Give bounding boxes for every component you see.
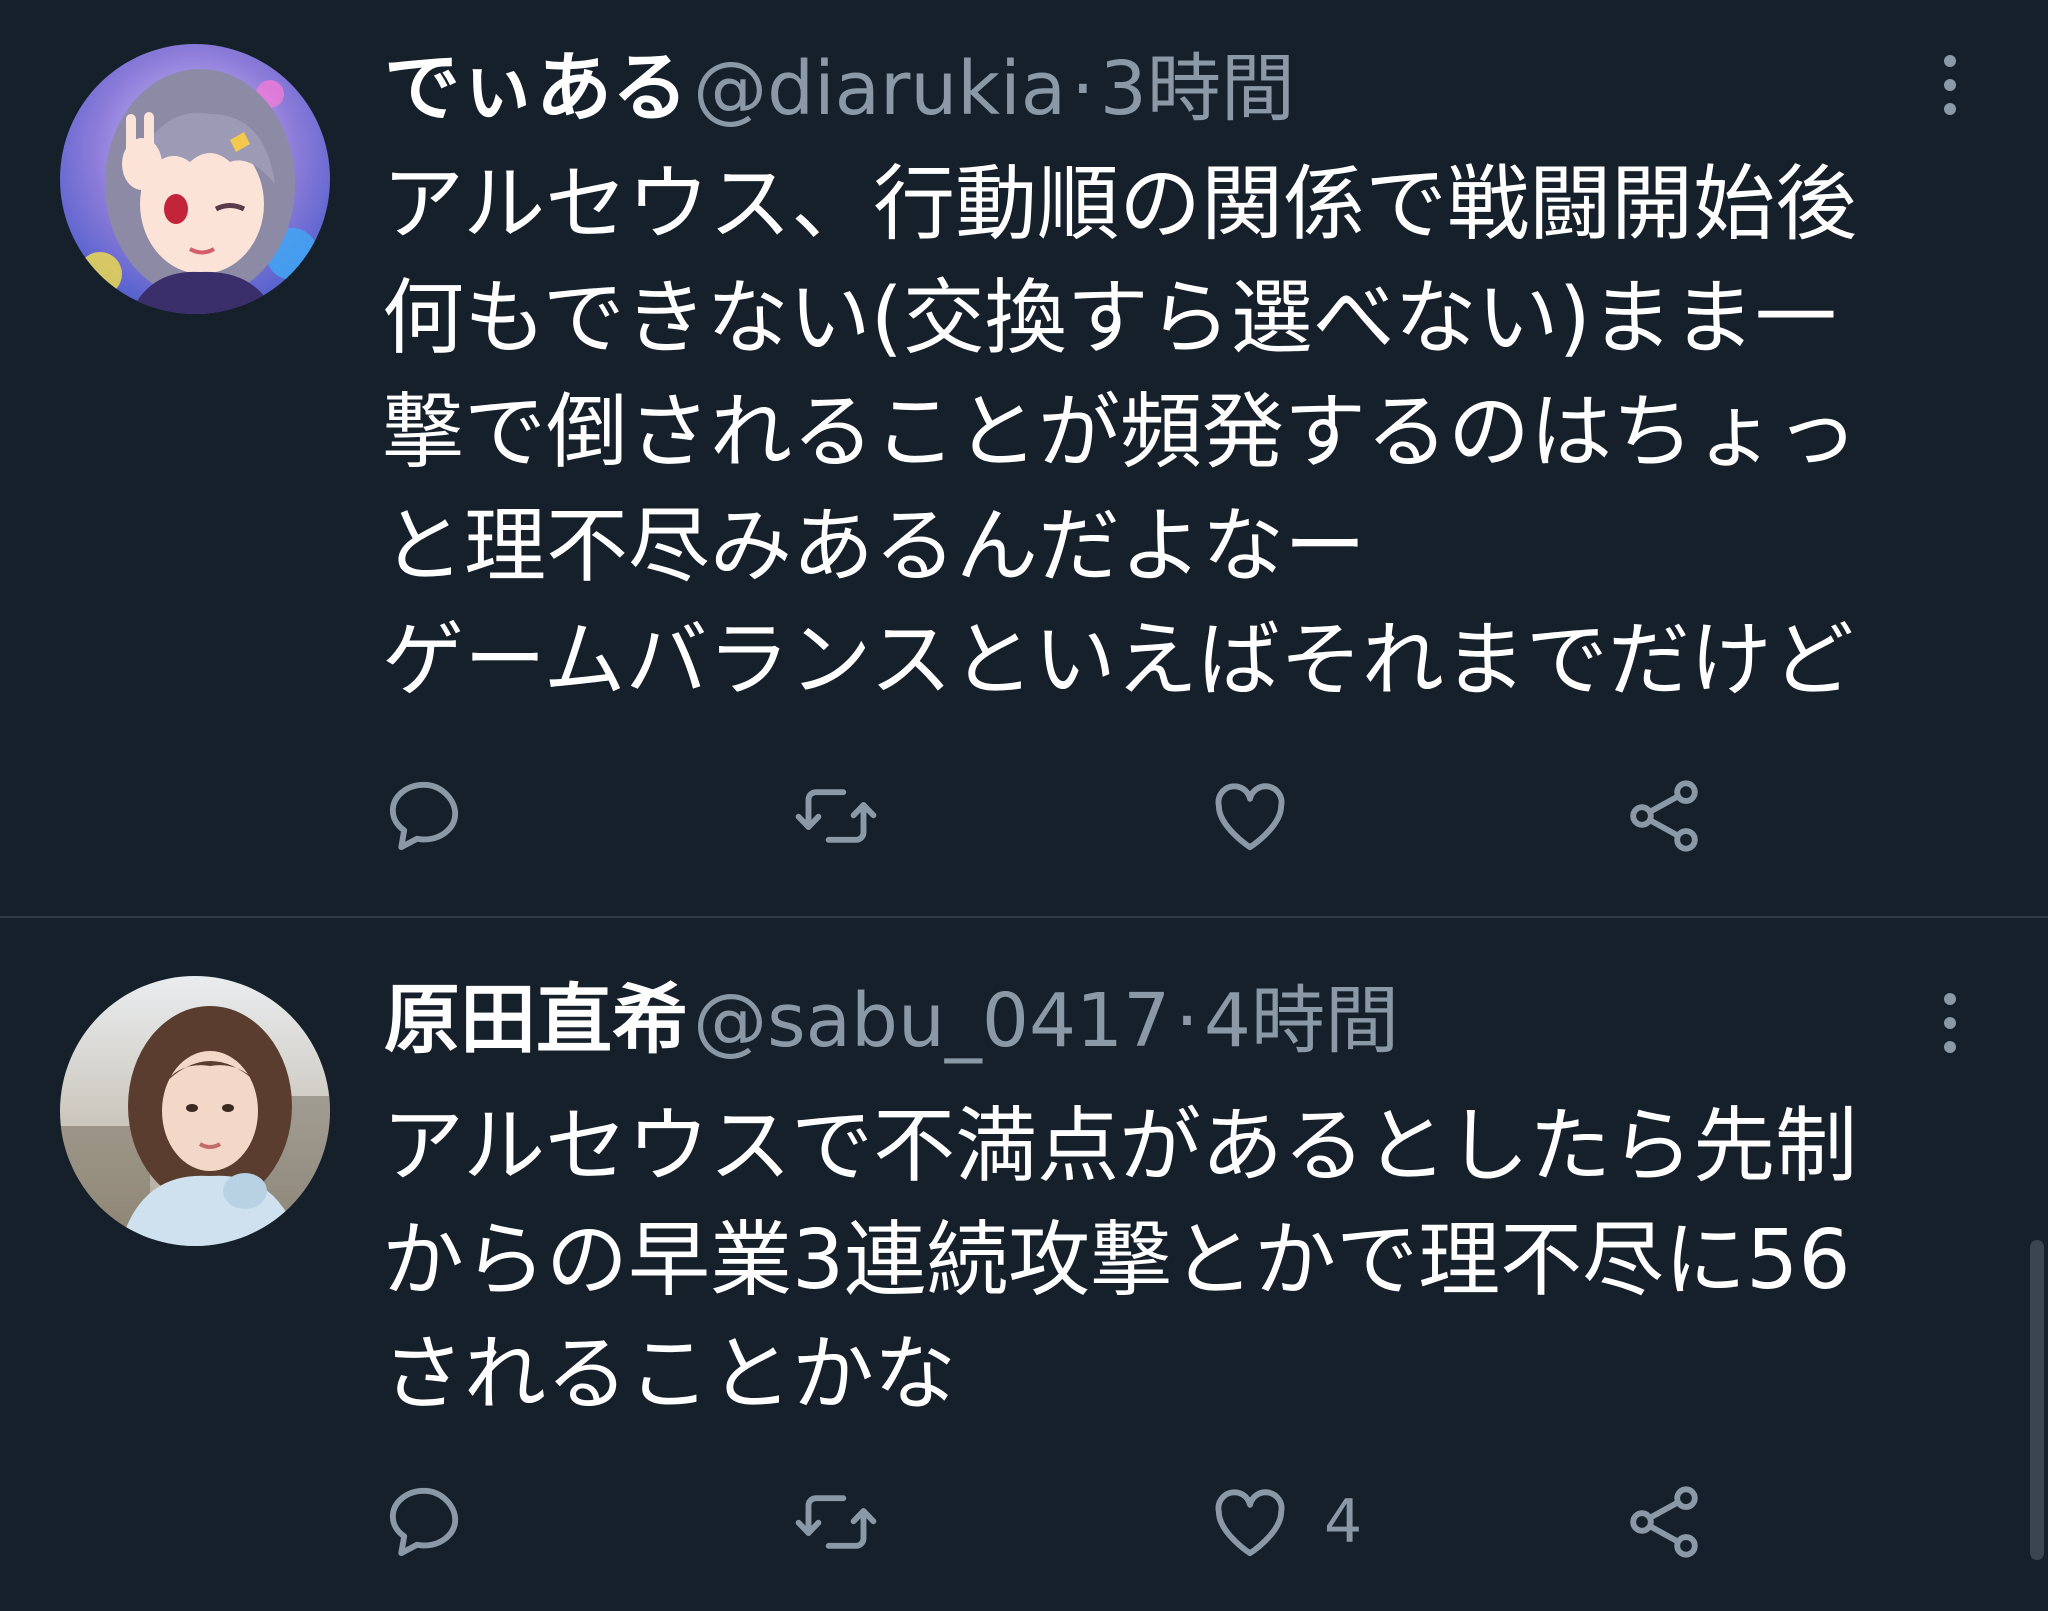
reply-button[interactable] [380,1472,468,1572]
timestamp[interactable]: 3時間 [1100,46,1295,132]
more-options-button[interactable] [1922,978,1978,1068]
tweet-text: アルセウスで不満点があるとしたら先制 からの早業3連続攻撃とかで理不尽に56 さ… [382,1090,1982,1432]
user-handle[interactable]: @sabu_0417 [693,978,1170,1064]
avatar[interactable] [60,44,330,314]
tweet-text-line: 撃で倒されることが頻発するのはちょっ [382,385,1859,480]
avatar[interactable] [60,976,330,1246]
more-dot-icon [1944,55,1956,67]
heart-icon [1215,1489,1285,1557]
tweet-text-line: と理不尽みあるんだよなー [382,499,1367,594]
woman-photo-avatar-icon [60,976,330,1246]
more-dot-icon [1944,1017,1956,1029]
scrollbar[interactable] [2030,1240,2044,1560]
display-name[interactable]: 原田直希 [384,975,688,1064]
share-icon [1630,1486,1698,1558]
retweet-icon [795,789,877,843]
tweet-text-line: アルセウスで不満点があるとしたら先制 [382,1099,1858,1194]
tweet[interactable]: 原田直希 @sabu_0417 · 4時間 アルセウスで不満点があるとしたら先制… [0,918,2048,1611]
retweet-button[interactable] [792,1472,880,1572]
more-options-button[interactable] [1922,40,1978,130]
reply-icon [389,781,459,851]
user-handle[interactable]: @diarukia [693,46,1066,132]
like-button[interactable] [1206,766,1324,866]
tweet-text: アルセウス、行動順の関係で戦闘開始後 何もできない(交換すら選べない)まま一 撃… [382,148,1982,718]
tweet-actions [380,766,1720,866]
tweet-text-line: 何もできない(交換すら選べない)まま一 [382,271,1837,366]
more-dot-icon [1944,993,1956,1005]
tweet-text-line: アルセウス、行動順の関係で戦闘開始後 [382,157,1858,252]
separator: · [1175,978,1199,1064]
like-count: 4 [1324,1487,1363,1557]
tweet-header: でぃある @diarukia · 3時間 [384,50,1295,127]
reply-icon [389,1487,459,1557]
tweet-actions: 4 [380,1472,1720,1572]
like-button[interactable]: 4 [1206,1472,1362,1572]
tweet-text-line: されることかな [382,1327,957,1422]
reply-button[interactable] [380,766,468,866]
heart-icon [1215,783,1285,851]
tweet-text-line: からの早業3連続攻撃とかで理不尽に56 [382,1213,1851,1308]
tweet-header: 原田直希 @sabu_0417 · 4時間 [384,982,1399,1059]
separator: · [1071,46,1095,132]
more-dot-icon [1944,103,1956,115]
timestamp[interactable]: 4時間 [1204,978,1399,1064]
tweet[interactable]: でぃある @diarukia · 3時間 アルセウス、行動順の関係で戦闘開始後 … [0,0,2048,916]
share-button[interactable] [1620,766,1708,866]
more-dot-icon [1944,79,1956,91]
display-name[interactable]: でぃある [384,43,688,132]
share-icon [1630,780,1698,852]
share-button[interactable] [1620,1472,1708,1572]
more-dot-icon [1944,1041,1956,1053]
anime-girl-avatar-icon [60,44,330,314]
retweet-button[interactable] [792,766,880,866]
tweet-text-line: ゲームバランスといえばそれまでだけど [382,613,1854,708]
retweet-icon [795,1495,877,1549]
